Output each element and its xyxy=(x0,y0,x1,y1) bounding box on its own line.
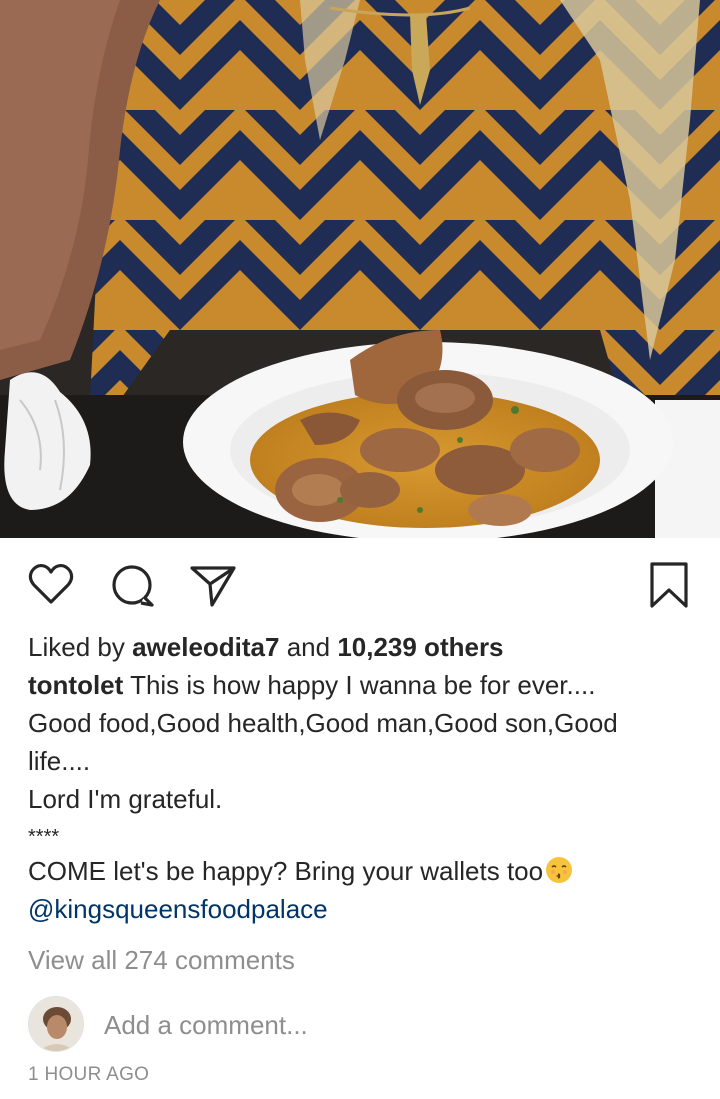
view-all-comments-link[interactable]: View all 274 comments xyxy=(28,945,295,976)
caption-line-5: COME let's be happy? Bring your wallets … xyxy=(28,856,544,886)
caption-line-2: Good food,Good health,Good man,Good son,… xyxy=(28,708,618,738)
caption-line-3: life.... xyxy=(28,746,91,776)
avatar xyxy=(28,996,84,1052)
heart-icon[interactable] xyxy=(26,560,76,610)
caption-stars: **** xyxy=(28,826,60,848)
caption-mention-link[interactable]: @kingsqueensfoodpalace xyxy=(28,890,698,928)
post-actions-bar xyxy=(0,538,720,628)
comment-icon[interactable] xyxy=(107,560,157,610)
bookmark-icon[interactable] xyxy=(644,560,694,610)
comment-input[interactable]: Add a comment... xyxy=(104,1010,308,1041)
liked-by-user[interactable]: aweleodita7 xyxy=(132,632,279,662)
likes-summary: Liked by aweleodita7 and 10,239 others xyxy=(28,628,698,666)
likes-prefix: Liked by xyxy=(28,632,133,662)
post-photo[interactable] xyxy=(0,0,720,538)
post-timestamp: 1 HOUR AGO xyxy=(28,1064,150,1085)
likes-middle: and xyxy=(279,632,338,662)
post-caption: tontolet This is how happy I wanna be fo… xyxy=(28,666,698,928)
caption-line-4: Lord I'm grateful. xyxy=(28,784,223,814)
kissing-face-emoji-icon xyxy=(545,856,573,884)
send-icon[interactable] xyxy=(188,560,238,610)
caption-username[interactable]: tontolet xyxy=(28,670,123,700)
likes-count[interactable]: 10,239 others xyxy=(337,632,503,662)
add-comment-row[interactable]: Add a comment... xyxy=(28,996,698,1052)
caption-line-1: This is how happy I wanna be for ever...… xyxy=(123,670,596,700)
